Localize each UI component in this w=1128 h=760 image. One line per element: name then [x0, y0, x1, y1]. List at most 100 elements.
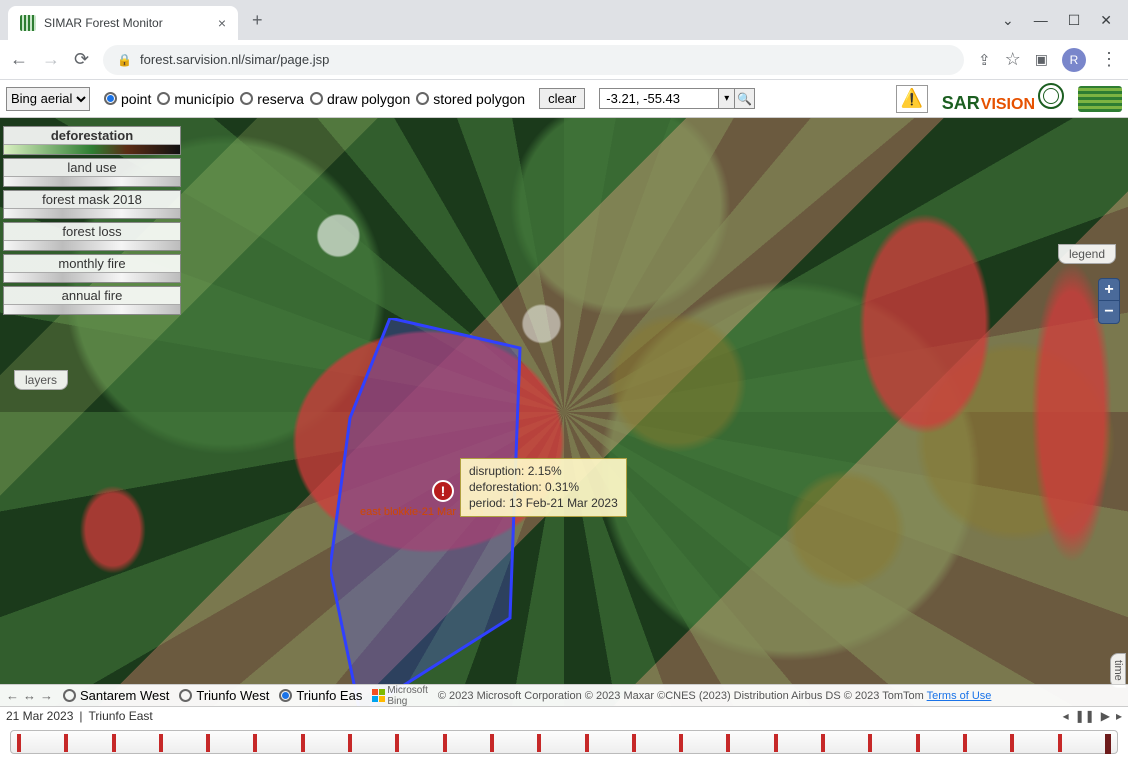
timeline-tick[interactable]: [632, 734, 636, 752]
timeline-tick[interactable]: [963, 734, 967, 752]
timeline-tick[interactable]: [1010, 734, 1014, 752]
chevron-down-icon[interactable]: ⌄: [1002, 12, 1014, 29]
browser-tab-strip: SIMAR Forest Monitor × + ⌄ ― ☐ ✕: [0, 0, 1128, 40]
mode-radio-point[interactable]: point: [104, 91, 151, 107]
region-radio-Triunfo-East[interactable]: Triunfo Eas: [279, 688, 362, 703]
url-field[interactable]: 🔒 forest.sarvision.nl/simar/page.jsp: [103, 45, 964, 75]
reload-icon[interactable]: ⟳: [74, 49, 89, 70]
status-date: 21 Mar 2023: [6, 709, 73, 723]
radio-label: Santarem West: [80, 688, 169, 703]
radio-icon: [179, 689, 192, 702]
lock-icon: 🔒: [117, 53, 132, 67]
clear-button[interactable]: clear: [539, 88, 585, 109]
mode-radio-reserva[interactable]: reserva: [240, 91, 304, 107]
layer-row-monthly-fire[interactable]: monthly fire: [3, 254, 181, 283]
status-region: Triunfo East: [89, 709, 153, 723]
radio-label: município: [174, 91, 234, 107]
timeline-tick[interactable]: [726, 734, 730, 752]
layers-panel: deforestation land use forest mask 2018 for…: [3, 126, 181, 318]
radio-label: draw polygon: [327, 91, 410, 107]
search-icon[interactable]: 🔍: [734, 89, 754, 108]
timeline-tick[interactable]: [1058, 734, 1062, 752]
timeline-tick[interactable]: [774, 734, 778, 752]
timeline-tick[interactable]: [17, 734, 21, 752]
timeline-tick[interactable]: [159, 734, 163, 752]
timeline-tick[interactable]: [537, 734, 541, 752]
kebab-menu-icon[interactable]: ⋮: [1100, 49, 1118, 70]
extension-icon[interactable]: ▣: [1035, 51, 1048, 68]
layer-row-land-use[interactable]: land use: [3, 158, 181, 187]
alert-triangle-icon[interactable]: ⚠️: [896, 85, 928, 113]
region-radio-Triunfo-West[interactable]: Triunfo West: [179, 688, 269, 703]
layer-row-annual-fire[interactable]: annual fire: [3, 286, 181, 315]
bottom-panel: 21 Mar 2023 | Triunfo East ◂ ❚❚ ▶ ▸: [0, 706, 1128, 760]
timeline-tick[interactable]: [443, 734, 447, 752]
layer-row-forest-loss[interactable]: forest loss: [3, 222, 181, 251]
timeline-tick[interactable]: [206, 734, 210, 752]
radio-label: point: [121, 91, 151, 107]
radar-icon: [1038, 83, 1064, 109]
terms-link[interactable]: Terms of Use: [927, 690, 992, 702]
layer-row-forest-mask-2018[interactable]: forest mask 2018: [3, 190, 181, 219]
timeline-tick[interactable]: [679, 734, 683, 752]
maximize-window-icon[interactable]: ☐: [1068, 12, 1081, 29]
zoom-out-button[interactable]: −: [1099, 301, 1119, 323]
share-icon[interactable]: ⇪: [978, 51, 991, 69]
layer-title: deforestation: [4, 127, 180, 144]
new-tab-button[interactable]: +: [252, 10, 263, 31]
timeline-tick[interactable]: [301, 734, 305, 752]
mode-radio-município[interactable]: município: [157, 91, 234, 107]
time-panel-toggle[interactable]: time: [1110, 653, 1126, 688]
timeline-tick[interactable]: [348, 734, 352, 752]
radio-icon: [104, 92, 117, 105]
radio-icon: [310, 92, 323, 105]
resize-h-icon[interactable]: ↔: [23, 688, 36, 703]
coordinate-dropdown-icon[interactable]: ▾: [718, 89, 734, 108]
close-tab-icon[interactable]: ×: [218, 15, 226, 31]
coordinate-search: ▾ 🔍: [599, 88, 755, 109]
layer-gradient: [4, 176, 180, 186]
radio-icon: [416, 92, 429, 105]
timeline-tick[interactable]: [916, 734, 920, 752]
timeline-tick[interactable]: [395, 734, 399, 752]
region-radio-Santarem-West[interactable]: Santarem West: [63, 688, 169, 703]
layers-toggle[interactable]: layers: [14, 370, 68, 390]
mode-radio-stored-polygon[interactable]: stored polygon: [416, 91, 525, 107]
timeline-tick[interactable]: [112, 734, 116, 752]
zoom-control: + −: [1098, 278, 1120, 324]
expand-right-icon[interactable]: →: [40, 688, 53, 703]
address-bar: ← → ⟳ 🔒 forest.sarvision.nl/simar/page.j…: [0, 40, 1128, 80]
timeline[interactable]: [0, 724, 1128, 760]
texture-icon[interactable]: [1078, 86, 1122, 112]
timeline-tick[interactable]: [585, 734, 589, 752]
timeline-tick[interactable]: [253, 734, 257, 752]
timeline-track[interactable]: [10, 730, 1118, 754]
play-icon[interactable]: ▶: [1101, 709, 1110, 723]
legend-toggle[interactable]: legend: [1058, 244, 1116, 264]
timeline-tick[interactable]: [1105, 734, 1111, 754]
bookmark-icon[interactable]: ☆: [1005, 49, 1021, 70]
zoom-in-button[interactable]: +: [1099, 279, 1119, 301]
collapse-left-icon[interactable]: ←: [6, 688, 19, 703]
minimize-window-icon[interactable]: ―: [1034, 12, 1048, 28]
alert-marker-icon[interactable]: !: [432, 480, 454, 502]
browser-tab[interactable]: SIMAR Forest Monitor ×: [8, 6, 238, 40]
step-forward-icon[interactable]: ▸: [1116, 709, 1122, 723]
timeline-tick[interactable]: [64, 734, 68, 752]
close-window-icon[interactable]: ✕: [1100, 12, 1112, 29]
coordinate-input[interactable]: [600, 89, 718, 108]
timeline-tick[interactable]: [821, 734, 825, 752]
timeline-tick[interactable]: [490, 734, 494, 752]
layer-gradient: [4, 208, 180, 218]
pause-icon[interactable]: ❚❚: [1075, 709, 1095, 723]
layer-row-deforestation[interactable]: deforestation: [3, 126, 181, 155]
timeline-tick[interactable]: [868, 734, 872, 752]
profile-avatar[interactable]: R: [1062, 48, 1086, 72]
basemap-select[interactable]: Bing aerial: [6, 87, 90, 111]
step-back-icon[interactable]: ◂: [1063, 709, 1069, 723]
mode-radio-draw-polygon[interactable]: draw polygon: [310, 91, 410, 107]
back-icon[interactable]: ←: [10, 49, 28, 70]
layer-gradient: [4, 304, 180, 314]
radio-icon: [240, 92, 253, 105]
radio-label: Triunfo Eas: [296, 688, 362, 703]
